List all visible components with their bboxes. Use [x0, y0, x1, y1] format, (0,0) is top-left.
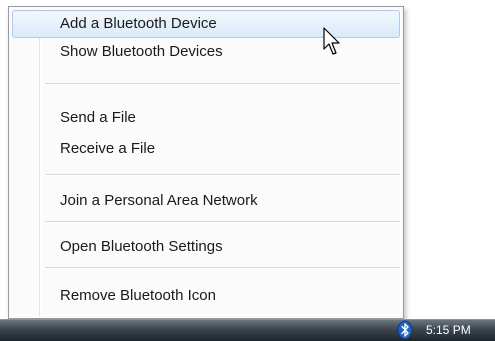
bluetooth-icon[interactable] — [396, 320, 414, 340]
mouse-pointer-icon — [323, 27, 340, 55]
menu-separator — [45, 267, 400, 269]
bluetooth-context-menu: Add a Bluetooth Device Show Bluetooth De… — [8, 6, 404, 319]
menu-item-open-bluetooth-settings[interactable]: Open Bluetooth Settings — [12, 233, 400, 261]
menu-separator — [45, 174, 400, 176]
menu-separator — [45, 221, 400, 223]
taskbar-clock[interactable]: 5:15 PM — [426, 320, 471, 340]
menu-item-send-file[interactable]: Send a File — [12, 104, 400, 132]
menu-item-remove-bluetooth-icon[interactable]: Remove Bluetooth Icon — [12, 282, 400, 310]
menu-item-join-personal-area-network[interactable]: Join a Personal Area Network — [12, 187, 400, 215]
screen: Add a Bluetooth Device Show Bluetooth De… — [0, 0, 495, 341]
taskbar: 5:15 PM — [0, 319, 495, 341]
menu-item-receive-file[interactable]: Receive a File — [12, 135, 400, 163]
menu-separator — [45, 83, 400, 85]
